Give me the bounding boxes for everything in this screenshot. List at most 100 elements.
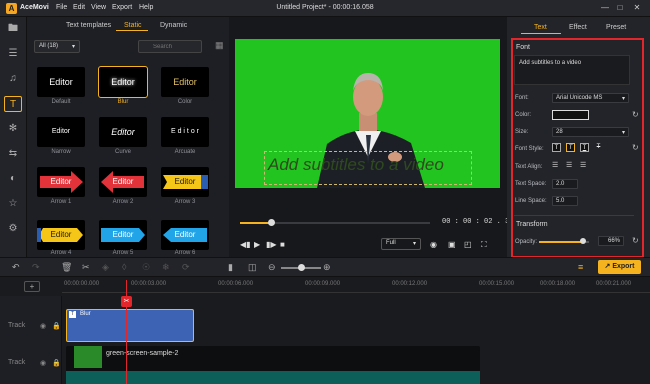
text-icon[interactable]: T xyxy=(4,96,22,112)
minimize-icon[interactable]: — xyxy=(598,2,612,14)
template-preview-text: Editor xyxy=(50,177,72,186)
fullscreen-icon[interactable]: ⛶ xyxy=(481,240,487,250)
tab-dynamic[interactable]: Dynamic xyxy=(160,22,187,29)
template-arrow-3[interactable]: Editor xyxy=(161,167,209,197)
zoom-out-icon[interactable]: ⊖ xyxy=(268,262,276,273)
text-content-input[interactable]: Add subtitles to a video xyxy=(514,55,630,85)
italic-button[interactable]: T xyxy=(566,143,575,152)
opacity-slider-handle[interactable] xyxy=(580,238,586,244)
filter-dropdown[interactable]: All (18) ▾ xyxy=(34,40,80,53)
crop-icon[interactable]: ◊ xyxy=(122,262,126,272)
template-preview-text: Editor xyxy=(51,128,71,135)
undo-icon[interactable]: ↶ xyxy=(12,262,20,273)
template-blur[interactable]: Editor xyxy=(98,66,148,98)
text-space-input[interactable]: 2.0 xyxy=(552,179,578,189)
folder-icon[interactable]: 🖿 xyxy=(4,21,22,37)
font-value: Arial Unicode MS xyxy=(556,95,603,101)
reset-icon[interactable]: ↻ xyxy=(632,236,639,245)
menu-file[interactable]: File xyxy=(56,4,67,11)
stop-icon[interactable]: ■ xyxy=(280,240,285,249)
menu-view[interactable]: View xyxy=(91,4,106,11)
tab-text-templates[interactable]: Text templates xyxy=(66,22,111,29)
line-space-input[interactable]: 5.0 xyxy=(552,196,578,206)
template-arrow-1[interactable]: Editor xyxy=(37,167,85,197)
eye-icon[interactable]: ◉ xyxy=(40,322,46,330)
template-arrow-4[interactable]: Editor xyxy=(37,220,85,250)
template-label: Default xyxy=(51,99,71,105)
ruler-tick: 00:00:15.000 xyxy=(479,281,515,287)
opacity-value[interactable]: 66% xyxy=(598,236,624,246)
redo-icon[interactable]: ↷ xyxy=(32,262,40,273)
reset-icon[interactable]: ↻ xyxy=(632,110,639,119)
template-arrow-2[interactable]: Editor xyxy=(99,167,147,197)
snap-icon[interactable]: ◫ xyxy=(248,262,257,273)
export-button[interactable]: ↗ Export xyxy=(598,260,641,274)
search-input[interactable] xyxy=(138,40,202,53)
reset-icon[interactable]: ↻ xyxy=(632,143,639,152)
template-arrow-6[interactable]: Editor xyxy=(161,220,209,250)
template-label: Arrow 1 xyxy=(50,199,72,205)
template-curve[interactable]: Editor xyxy=(99,117,147,147)
align-left-icon[interactable]: ☰ xyxy=(552,161,561,170)
zoom-slider-handle[interactable] xyxy=(298,264,305,271)
transition-icon[interactable]: ⇆ xyxy=(4,146,22,162)
marker-icon[interactable]: ▮ xyxy=(228,262,233,273)
lock-icon[interactable]: 🔒 xyxy=(52,359,61,367)
zoom-in-icon[interactable]: ⊕ xyxy=(323,262,331,273)
tab-effect[interactable]: Effect xyxy=(569,24,587,31)
add-track-button[interactable]: + xyxy=(24,281,40,292)
align-right-icon[interactable]: ☰ xyxy=(580,161,589,170)
next-frame-icon[interactable]: ▮▶ xyxy=(266,240,277,249)
template-arrow-5[interactable]: Editor xyxy=(99,220,147,250)
snapshot-icon[interactable]: ◉ xyxy=(430,240,437,249)
grid-icon[interactable]: ▦ xyxy=(215,40,224,51)
cut-icon[interactable]: ✂ xyxy=(82,262,90,273)
speed-icon[interactable]: ☉ xyxy=(142,262,150,273)
font-dropdown[interactable]: Arial Unicode MS ▾ xyxy=(552,93,629,103)
rotate-icon[interactable]: ⟳ xyxy=(182,262,190,273)
freeze-icon[interactable]: ❄ xyxy=(162,262,170,273)
play-icon[interactable]: ▶ xyxy=(254,240,260,249)
color-swatch[interactable] xyxy=(552,110,589,120)
template-default[interactable]: Editor xyxy=(37,67,85,97)
progress-knob[interactable] xyxy=(268,219,275,226)
fit-icon[interactable]: ▣ xyxy=(448,240,456,249)
effects-icon[interactable]: ✻ xyxy=(4,121,22,137)
filter-icon[interactable]: ◐ xyxy=(4,171,22,187)
playhead-scissors-icon[interactable]: ✂ xyxy=(121,296,132,307)
strikethrough-button[interactable]: T xyxy=(594,143,603,152)
tab-static[interactable]: Static xyxy=(124,22,142,29)
maximize-icon[interactable]: □ xyxy=(613,2,627,14)
subtitle-overlay[interactable]: Add subtitles to a video xyxy=(264,151,472,185)
prev-frame-icon[interactable]: ◀▮ xyxy=(240,240,251,249)
quality-dropdown[interactable]: Full ▾ xyxy=(381,238,421,250)
app-logo-icon: A xyxy=(6,3,17,14)
bold-button[interactable]: T xyxy=(552,143,561,152)
eye-icon[interactable]: ◉ xyxy=(40,359,46,367)
close-icon[interactable]: ✕ xyxy=(630,2,644,14)
ruler-line xyxy=(62,292,650,293)
lock-icon[interactable]: 🔒 xyxy=(52,322,61,330)
template-narrow[interactable]: Editor xyxy=(37,117,85,147)
ratio-icon[interactable]: ◰ xyxy=(464,240,472,249)
tab-preset[interactable]: Preset xyxy=(606,24,626,31)
template-color[interactable]: Editor xyxy=(161,67,209,97)
underline-button[interactable]: T xyxy=(580,143,589,152)
delete-icon[interactable]: 🗑 xyxy=(61,262,72,273)
active-tab-indicator xyxy=(521,33,561,34)
audio-icon[interactable]: ♫ xyxy=(4,71,22,87)
opacity-label: Opacity: xyxy=(515,239,538,245)
sticker-icon[interactable]: ☆ xyxy=(4,196,22,212)
template-arcuate[interactable]: E d i t o r xyxy=(161,117,209,147)
layers-icon[interactable]: ☰ xyxy=(4,46,22,62)
menu-export[interactable]: Export xyxy=(112,4,132,11)
menu-help[interactable]: Help xyxy=(139,4,153,11)
menu-edit[interactable]: Edit xyxy=(73,4,85,11)
mixer-icon[interactable]: ≡ xyxy=(578,262,583,272)
settings-icon[interactable]: ⚙ xyxy=(4,221,22,237)
align-center-icon[interactable]: ☰ xyxy=(566,161,575,170)
track-label: Track xyxy=(8,359,26,366)
split-icon[interactable]: ◈ xyxy=(102,262,109,273)
size-dropdown[interactable]: 28 ▾ xyxy=(552,127,629,137)
tab-text[interactable]: Text xyxy=(534,24,547,31)
